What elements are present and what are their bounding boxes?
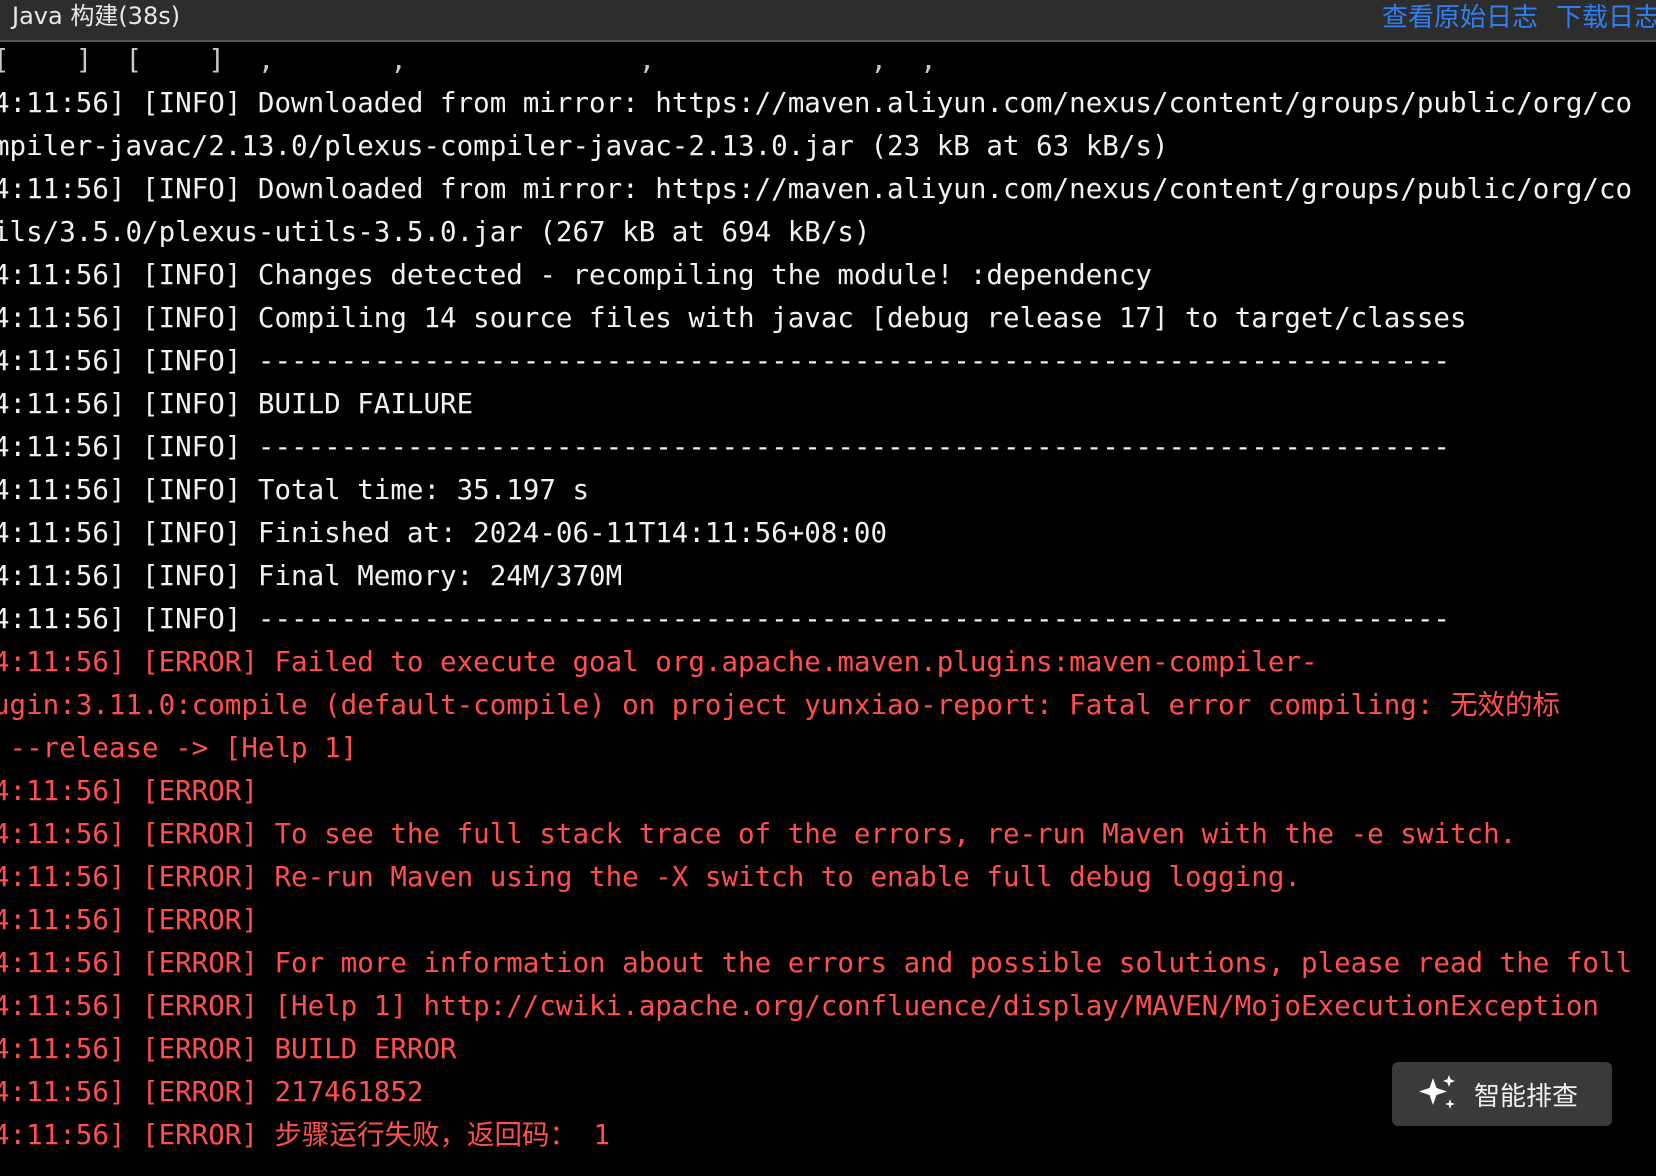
log-line: 4:11:56] [INFO] Downloaded from mirror: …: [0, 173, 1633, 205]
download-log-link[interactable]: 下载日志: [1556, 0, 1656, 36]
log-line: 4:11:56] [INFO] ------------------------…: [0, 603, 1450, 635]
log-line: 4:11:56] [ERROR] [Help 1] http://cwiki.a…: [0, 990, 1599, 1022]
log-line: 4:11:56] [INFO] Final Memory: 24M/370M: [0, 560, 623, 592]
log-line: 4:11:56] [ERROR] To see the full stack t…: [0, 818, 1517, 850]
log-line: ils/3.5.0/plexus-utils-3.5.0.jar (267 kB…: [0, 216, 871, 248]
log-line: 4:11:56] [INFO] BUILD FAILURE: [0, 388, 474, 420]
smart-troubleshoot-label: 智能排查: [1474, 1081, 1579, 1112]
log-output[interactable]: [ ] [ ] , , , , , 4:11:56] [INFO] Downloa…: [0, 39, 1656, 1176]
log-line: 4:11:56] [ERROR] Failed to execute goal …: [0, 646, 1318, 678]
log-header: Java 构建(38s) 查看原始日志 下载日志: [0, 0, 1656, 42]
log-line: --release -> [Help 1]: [0, 732, 358, 764]
log-line: 4:11:56] [ERROR]: [0, 775, 258, 807]
sparkle-icon: [1419, 1075, 1455, 1109]
log-line: 4:11:56] [ERROR] For more information ab…: [0, 947, 1633, 979]
log-line: 4:11:56] [INFO] ------------------------…: [0, 345, 1450, 377]
log-line: 4:11:56] [INFO] Downloaded from mirror: …: [0, 87, 1633, 119]
view-raw-log-link[interactable]: 查看原始日志: [1382, 0, 1538, 36]
log-line: [ ] [ ] , , , , ,: [0, 44, 937, 76]
log-line: 4:11:56] [INFO] Compiling 14 source file…: [0, 302, 1467, 334]
header-links: 查看原始日志 下载日志: [1382, 0, 1656, 36]
log-line: 4:11:56] [ERROR] Re-run Maven using the …: [0, 861, 1301, 893]
log-line: 4:11:56] [ERROR]: [0, 904, 258, 936]
log-line: 4:11:56] [INFO] Changes detected - recom…: [0, 259, 1152, 291]
log-line: mpiler-javac/2.13.0/plexus-compiler-java…: [0, 130, 1169, 162]
log-line: ugin:3.11.0:compile (default-compile) on…: [0, 689, 1560, 721]
smart-troubleshoot-button[interactable]: 智能排查: [1392, 1062, 1612, 1126]
log-line: 4:11:56] [INFO] Finished at: 2024-06-11T…: [0, 517, 888, 549]
log-line: 4:11:56] [INFO] Total time: 35.197 s: [0, 474, 590, 506]
log-line: 4:11:56] [INFO] ------------------------…: [0, 431, 1450, 463]
build-log-window: Java 构建(38s) 查看原始日志 下载日志 [ ] [ ] , , , ,…: [0, 0, 1656, 1176]
page-title: Java 构建(38s): [12, 2, 181, 30]
